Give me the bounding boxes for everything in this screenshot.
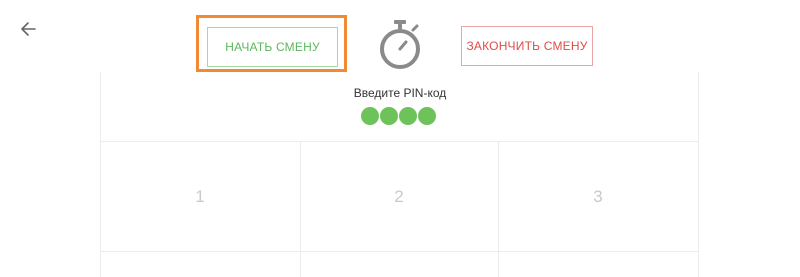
keypad-row-divider-top <box>100 141 699 142</box>
start-shift-button[interactable]: НАЧАТЬ СМЕНУ <box>207 27 338 67</box>
back-button[interactable] <box>18 18 40 40</box>
keypad-border-left <box>100 72 101 277</box>
pin-dot-filled <box>399 107 417 125</box>
end-shift-button[interactable]: ЗАКОНЧИТЬ СМЕНУ <box>461 26 593 66</box>
pin-prompt: Введите PIN-код <box>353 86 447 100</box>
pin-dot-filled <box>418 107 436 125</box>
shift-pin-screen: НАЧАТЬ СМЕНУ ЗАКОНЧИТЬ СМЕНУ Введите PIN… <box>0 0 800 277</box>
keypad-row-divider-bottom <box>100 251 699 252</box>
pin-indicator <box>361 107 436 125</box>
keypad-key-2[interactable]: 2 <box>379 187 419 207</box>
pin-dot-filled <box>361 107 379 125</box>
keypad-key-1[interactable]: 1 <box>180 187 220 207</box>
keypad-divider-2 <box>498 141 499 277</box>
pin-dot-filled <box>380 107 398 125</box>
keypad-border-right <box>698 72 699 277</box>
keypad-key-3[interactable]: 3 <box>578 187 618 207</box>
stopwatch-icon <box>376 18 424 72</box>
keypad-divider-1 <box>300 141 301 277</box>
arrow-left-icon <box>21 22 36 36</box>
